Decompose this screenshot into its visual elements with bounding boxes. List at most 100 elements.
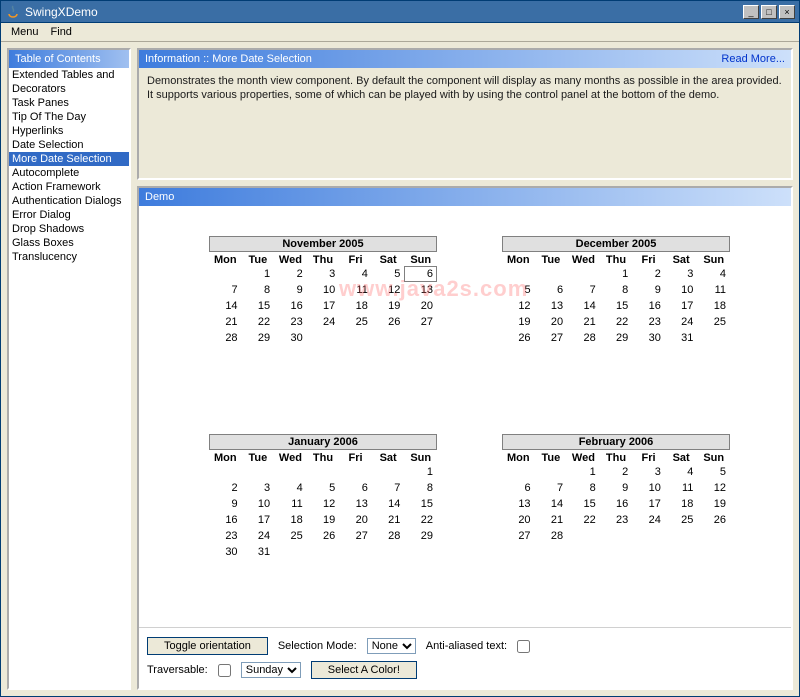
calendar-day[interactable]: 29 xyxy=(242,330,275,346)
calendar-day[interactable]: 7 xyxy=(372,480,405,496)
toc-item[interactable]: More Date Selection xyxy=(9,152,129,166)
calendar-day[interactable]: 13 xyxy=(404,282,437,298)
toc-item[interactable]: Task Panes xyxy=(9,96,129,110)
calendar-day[interactable]: 6 xyxy=(535,282,568,298)
calendar-day[interactable]: 13 xyxy=(535,298,568,314)
calendar-day[interactable]: 11 xyxy=(339,282,372,298)
calendar-day[interactable]: 23 xyxy=(274,314,307,330)
calendar-day[interactable]: 22 xyxy=(600,314,633,330)
calendar-day[interactable]: 25 xyxy=(697,314,730,330)
calendar-day[interactable]: 31 xyxy=(242,544,275,560)
minimize-button[interactable]: _ xyxy=(743,5,759,19)
calendar-day[interactable]: 27 xyxy=(502,528,535,544)
calendar-day[interactable]: 4 xyxy=(339,266,372,282)
calendar-day[interactable]: 21 xyxy=(372,512,405,528)
calendar-day[interactable]: 5 xyxy=(372,266,405,282)
calendar-day[interactable]: 11 xyxy=(274,496,307,512)
calendar-day[interactable]: 28 xyxy=(535,528,568,544)
calendar-day[interactable]: 6 xyxy=(404,266,437,282)
toc-item[interactable]: Decorators xyxy=(9,82,129,96)
toc-item[interactable]: Autocomplete xyxy=(9,166,129,180)
toc-item[interactable]: Authentication Dialogs xyxy=(9,194,129,208)
calendar-day[interactable]: 23 xyxy=(600,512,633,528)
calendar-day[interactable]: 15 xyxy=(567,496,600,512)
calendar-day[interactable]: 1 xyxy=(600,266,633,282)
calendar-day[interactable]: 27 xyxy=(404,314,437,330)
calendar-day[interactable]: 16 xyxy=(600,496,633,512)
calendar-day[interactable]: 22 xyxy=(242,314,275,330)
calendar-day[interactable]: 26 xyxy=(502,330,535,346)
calendar-day[interactable]: 19 xyxy=(307,512,340,528)
calendar-day[interactable]: 23 xyxy=(632,314,665,330)
calendar-day[interactable]: 8 xyxy=(600,282,633,298)
calendar-day[interactable]: 18 xyxy=(274,512,307,528)
aa-checkbox[interactable] xyxy=(517,640,530,653)
calendar-day[interactable]: 28 xyxy=(372,528,405,544)
calendar-day[interactable]: 21 xyxy=(209,314,242,330)
calendar-day[interactable]: 30 xyxy=(632,330,665,346)
calendar-day[interactable]: 25 xyxy=(274,528,307,544)
calendar-day[interactable]: 14 xyxy=(535,496,568,512)
calendar-day[interactable]: 19 xyxy=(697,496,730,512)
calendar-day[interactable]: 20 xyxy=(502,512,535,528)
calendar-day[interactable]: 4 xyxy=(697,266,730,282)
calendar-day[interactable]: 4 xyxy=(665,464,698,480)
calendar-day[interactable]: 20 xyxy=(339,512,372,528)
calendar-day[interactable]: 15 xyxy=(600,298,633,314)
calendar-day[interactable]: 16 xyxy=(209,512,242,528)
menu-menu[interactable]: Menu xyxy=(5,24,45,40)
calendar-day[interactable]: 10 xyxy=(632,480,665,496)
calendar-day[interactable]: 10 xyxy=(665,282,698,298)
calendar-day[interactable]: 12 xyxy=(307,496,340,512)
selection-mode-select[interactable]: None xyxy=(367,638,416,654)
calendar-day[interactable]: 6 xyxy=(502,480,535,496)
calendar-day[interactable]: 3 xyxy=(242,480,275,496)
calendar-day[interactable]: 5 xyxy=(502,282,535,298)
calendar-day[interactable]: 1 xyxy=(404,464,437,480)
calendar-day[interactable]: 10 xyxy=(242,496,275,512)
calendar-day[interactable]: 2 xyxy=(209,480,242,496)
calendar-day[interactable]: 24 xyxy=(665,314,698,330)
calendar-day[interactable]: 28 xyxy=(567,330,600,346)
day-select[interactable]: Sunday xyxy=(241,662,301,678)
calendar-day[interactable]: 18 xyxy=(665,496,698,512)
calendar-day[interactable]: 17 xyxy=(665,298,698,314)
calendar-day[interactable]: 12 xyxy=(697,480,730,496)
toc-item[interactable]: Error Dialog xyxy=(9,208,129,222)
calendar-day[interactable]: 7 xyxy=(209,282,242,298)
calendar-day[interactable]: 7 xyxy=(567,282,600,298)
calendar-day[interactable]: 2 xyxy=(274,266,307,282)
calendar-day[interactable]: 23 xyxy=(209,528,242,544)
calendar-day[interactable]: 4 xyxy=(274,480,307,496)
calendar-day[interactable]: 24 xyxy=(242,528,275,544)
calendar-day[interactable]: 14 xyxy=(372,496,405,512)
calendar-day[interactable]: 31 xyxy=(665,330,698,346)
calendar-day[interactable]: 27 xyxy=(339,528,372,544)
select-color-button[interactable]: Select A Color! xyxy=(311,661,417,679)
calendar-day[interactable]: 9 xyxy=(600,480,633,496)
calendar-day[interactable]: 21 xyxy=(567,314,600,330)
calendar-day[interactable]: 17 xyxy=(632,496,665,512)
calendar-day[interactable]: 10 xyxy=(307,282,340,298)
calendar-day[interactable]: 30 xyxy=(209,544,242,560)
calendar-day[interactable]: 8 xyxy=(242,282,275,298)
calendar-day[interactable]: 26 xyxy=(307,528,340,544)
calendar-day[interactable]: 2 xyxy=(600,464,633,480)
toc-item[interactable]: Action Framework xyxy=(9,180,129,194)
calendar-day[interactable]: 30 xyxy=(274,330,307,346)
calendar-day[interactable]: 24 xyxy=(307,314,340,330)
calendar-day[interactable]: 18 xyxy=(697,298,730,314)
toc-item[interactable]: Glass Boxes xyxy=(9,236,129,250)
toc-item[interactable]: Date Selection xyxy=(9,138,129,152)
toc-item[interactable]: Drop Shadows xyxy=(9,222,129,236)
calendar-day[interactable]: 5 xyxy=(697,464,730,480)
calendar-day[interactable]: 19 xyxy=(502,314,535,330)
calendar-day[interactable]: 22 xyxy=(404,512,437,528)
calendar-day[interactable]: 22 xyxy=(567,512,600,528)
calendar-day[interactable]: 24 xyxy=(632,512,665,528)
toc-item[interactable]: Translucency xyxy=(9,250,129,264)
traversable-checkbox[interactable] xyxy=(218,664,231,677)
toc-item[interactable]: Extended Tables and xyxy=(9,68,129,82)
calendar-day[interactable]: 7 xyxy=(535,480,568,496)
close-button[interactable]: × xyxy=(779,5,795,19)
